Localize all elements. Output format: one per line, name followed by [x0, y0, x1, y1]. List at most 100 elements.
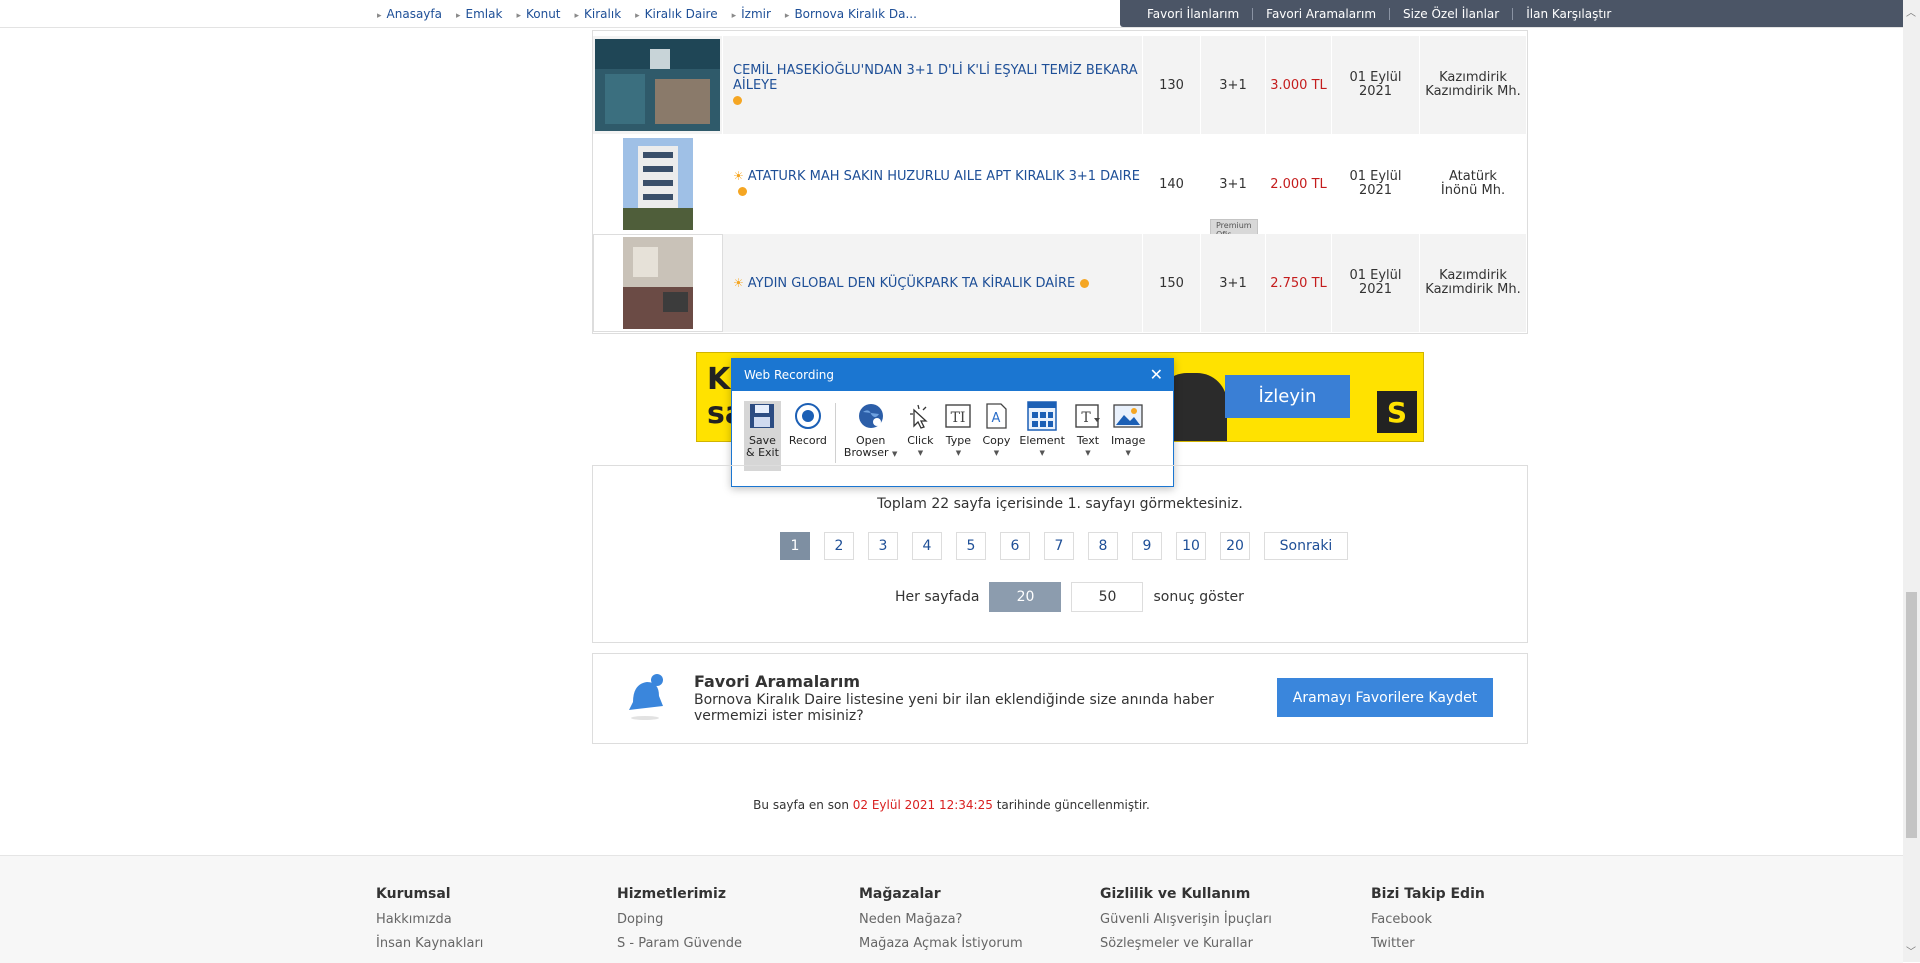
listing-row[interactable]: ☀ AYDIN GLOBAL DEN KÜÇÜKPARK TA KİRALIK D…	[593, 234, 1527, 332]
footer-link-agreements[interactable]: Sözleşmeler ve Kurallar	[1100, 936, 1272, 951]
page-4-button[interactable]: 4	[912, 532, 942, 560]
text-extract-icon: T	[1073, 401, 1103, 431]
copy-button[interactable]: A Copy ▼	[981, 401, 1011, 471]
listing-photo[interactable]	[622, 138, 693, 230]
dropdown-caret-icon: ▼	[917, 449, 924, 457]
page-20-button[interactable]: 20	[1220, 532, 1250, 560]
page-5-button[interactable]: 5	[956, 532, 986, 560]
footer-link-open-store[interactable]: Mağaza Açmak İstiyorum	[859, 936, 1023, 951]
scrollbar-thumb[interactable]	[1906, 592, 1917, 838]
listing-title-link[interactable]: ATATURK MAH SAKIN HUZURLU AILE APT KIRAL…	[748, 169, 1140, 184]
next-page-button[interactable]: Sonraki	[1264, 532, 1348, 560]
page-1-button[interactable]: 1	[780, 532, 810, 560]
ad-watch-button[interactable]: İzleyin	[1225, 375, 1350, 418]
breadcrumb-kiralik-daire[interactable]: Kiralık Daire	[635, 7, 718, 21]
footer-col-stores: Mağazalar Neden Mağaza? Mağaza Açmak İst…	[859, 886, 1023, 960]
footer-col-corporate: Kurumsal Hakkımızda İnsan Kaynakları	[376, 886, 483, 960]
scroll-up-icon[interactable]: ︿	[1906, 4, 1916, 19]
footer-link-param-guvende[interactable]: S - Param Güvende	[617, 936, 742, 951]
type-button[interactable]: TI Type ▼	[943, 401, 973, 471]
favorite-search-description: Bornova Kiralık Daire listesine yeni bir…	[694, 692, 1214, 724]
footer-link-twitter[interactable]: Twitter	[1371, 936, 1485, 951]
top-bar: Anasayfa Emlak Konut Kiralık Kiralık Dai…	[0, 0, 1903, 28]
click-button[interactable]: Click ▼	[905, 401, 935, 471]
page-10-button[interactable]: 10	[1176, 532, 1206, 560]
page-2-button[interactable]: 2	[824, 532, 854, 560]
highlight-bulb-icon	[738, 187, 747, 196]
listing-date-day: 01 Eylül	[1349, 268, 1402, 283]
element-button[interactable]: Element ▼	[1019, 401, 1065, 471]
per-page-label: Her sayfada	[895, 589, 980, 605]
open-browser-button[interactable]: Open Browser ▼	[844, 401, 897, 471]
breadcrumb-konut[interactable]: Konut	[516, 7, 561, 21]
breadcrumb-bornova[interactable]: Bornova Kiralık Da...	[785, 7, 916, 21]
listing-row[interactable]: ☀ ATATURK MAH SAKIN HUZURLU AILE APT KIRA…	[593, 135, 1527, 241]
last-updated-datetime: 02 Eylül 2021 12:34:25	[852, 798, 993, 812]
last-updated-prefix: Bu sayfa en son	[753, 798, 849, 812]
web-recording-toolbar: Save & Exit Record Open Browser ▼ Click …	[744, 401, 1153, 471]
listing-title-link[interactable]: AYDIN GLOBAL DEN KÜÇÜKPARK TA KİRALIK DA…	[748, 276, 1075, 291]
image-button[interactable]: Image ▼	[1111, 401, 1145, 471]
open-browser-label-2: Browser ▼	[844, 447, 897, 460]
per-page-tail: sonuç göster	[1153, 589, 1244, 605]
save-search-button[interactable]: Aramayı Favorilere Kaydet	[1277, 678, 1493, 717]
highlight-bulb-icon	[733, 95, 742, 105]
footer-link-doping[interactable]: Doping	[617, 912, 742, 927]
listing-location-district: Kazımdirik	[1439, 70, 1507, 85]
footer-link-why-store[interactable]: Neden Mağaza?	[859, 912, 1023, 927]
image-icon	[1113, 401, 1143, 431]
special-listings-link[interactable]: Size Özel İlanlar	[1389, 7, 1512, 20]
listing-title-cell[interactable]: ☀ AYDIN GLOBAL DEN KÜÇÜKPARK TA KİRALIK D…	[723, 234, 1143, 332]
web-recording-titlebar[interactable]: Web Recording ✕	[732, 359, 1173, 391]
per-page-20-button[interactable]: 20	[989, 582, 1062, 612]
text-button[interactable]: T Text ▼	[1073, 401, 1103, 471]
listing-location: Atatürk İnönü Mh.	[1420, 135, 1527, 233]
svg-text:TI: TI	[951, 410, 966, 426]
save-exit-label-2: & Exit	[746, 446, 779, 459]
footer-heading: Gizlilik ve Kullanım	[1100, 886, 1251, 902]
breadcrumb-emlak[interactable]: Emlak	[456, 7, 503, 21]
pagination: 1 2 3 4 5 6 7 8 9 10 20 Sonraki	[780, 532, 1348, 560]
listing-location: Kazımdirik Kazımdirik Mh.	[1420, 234, 1527, 332]
listing-rooms: 3+1	[1201, 36, 1266, 134]
favorite-listings-link[interactable]: Favori İlanlarım	[1134, 8, 1252, 20]
listing-date-day: 01 Eylül	[1349, 70, 1402, 85]
click-label: Click	[907, 434, 934, 447]
listing-price: 2.750 TL	[1266, 234, 1332, 332]
page-8-button[interactable]: 8	[1088, 532, 1118, 560]
listing-title-cell[interactable]: ☀ ATATURK MAH SAKIN HUZURLU AILE APT KIRA…	[723, 135, 1258, 241]
footer-link-safe-shopping[interactable]: Güvenli Alışverişin İpuçları	[1100, 912, 1272, 927]
listing-row[interactable]: CEMİL HASEKİOĞLU'NDAN 3+1 D'Lİ K'Lİ EŞYA…	[593, 36, 1527, 134]
favorite-searches-link[interactable]: Favori Aramalarım	[1252, 7, 1389, 20]
listing-title-link[interactable]: CEMİL HASEKİOĞLU'NDAN 3+1 D'Lİ K'Lİ EŞYA…	[733, 63, 1138, 93]
per-page-50-button[interactable]: 50	[1071, 582, 1144, 612]
listing-date-year: 2021	[1358, 183, 1393, 198]
record-button[interactable]: Record	[789, 401, 827, 471]
breadcrumb-kiralik[interactable]: Kiralık	[575, 7, 621, 21]
breadcrumb-anasayfa[interactable]: Anasayfa	[377, 7, 442, 21]
save-exit-button[interactable]: Save & Exit	[744, 401, 781, 471]
dropdown-caret-icon: ▼	[1125, 449, 1131, 457]
listing-photo[interactable]	[595, 39, 720, 131]
compare-listings-link[interactable]: İlan Karşılaştır	[1512, 7, 1624, 20]
listing-thumbnail-cell[interactable]	[593, 135, 723, 233]
listing-date: 01 Eylül 2021	[1332, 36, 1420, 134]
footer-link-facebook[interactable]: Facebook	[1371, 912, 1485, 927]
listing-photo[interactable]	[623, 237, 693, 329]
page-6-button[interactable]: 6	[1000, 532, 1030, 560]
footer-link-hr[interactable]: İnsan Kaynakları	[376, 936, 483, 951]
page-3-button[interactable]: 3	[868, 532, 898, 560]
close-icon[interactable]: ✕	[1150, 365, 1163, 384]
breadcrumb-izmir[interactable]: İzmir	[732, 7, 771, 21]
toolbar-separator	[834, 403, 836, 463]
listing-thumbnail-cell[interactable]	[593, 234, 723, 332]
scroll-down-icon[interactable]: ﹀	[1906, 943, 1916, 958]
page-scrollbar[interactable]: ︿ ﹀	[1903, 0, 1920, 962]
page-9-button[interactable]: 9	[1132, 532, 1162, 560]
listing-title-cell[interactable]: CEMİL HASEKİOĞLU'NDAN 3+1 D'Lİ K'Lİ EŞYA…	[723, 36, 1143, 134]
listing-thumbnail-cell[interactable]	[593, 36, 723, 134]
footer: Kurumsal Hakkımızda İnsan Kaynakları Hiz…	[0, 855, 1903, 963]
footer-link-about[interactable]: Hakkımızda	[376, 912, 483, 927]
listing-location-neighborhood: Kazımdirik Mh.	[1425, 282, 1521, 297]
page-7-button[interactable]: 7	[1044, 532, 1074, 560]
